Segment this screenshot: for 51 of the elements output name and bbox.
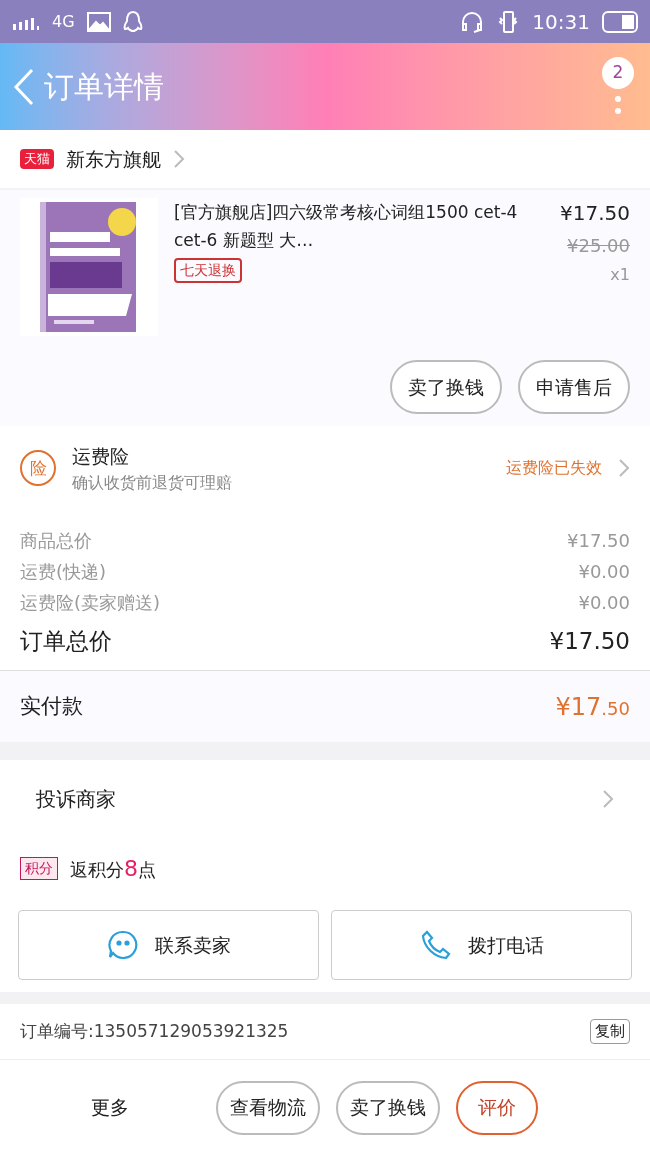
shipping-insurance-row[interactable]: 险 运费险 确认收货前退货可理赔 运费险已失效 [0, 426, 650, 511]
smiley-chat-icon [106, 929, 139, 961]
phone-icon [419, 929, 452, 961]
paid-amount: ¥17.50 [555, 691, 630, 723]
return-policy-tag: 七天退换 [174, 258, 242, 283]
bottom-button[interactable]: 查看物流 [216, 1080, 320, 1135]
chevron-right-icon [618, 458, 630, 479]
penguin-icon [122, 9, 143, 34]
insurance-status: 运费险已失效 [506, 457, 602, 480]
order-number: 订单编号:135057129053921325 [20, 1019, 289, 1043]
back-icon[interactable] [12, 66, 36, 107]
complaint-row[interactable]: 投诉商家 [0, 760, 650, 838]
cost-label: 运费(快递) [20, 559, 107, 584]
insurance-icon: 险 [20, 450, 56, 487]
contact-button[interactable]: 联系卖家 [18, 910, 319, 980]
item-action-button[interactable]: 申请售后 [518, 360, 630, 414]
copy-button[interactable]: 复制 [590, 1019, 630, 1044]
shop-name: 新东方旗舰 [66, 146, 161, 172]
paid-label: 实付款 [20, 692, 83, 720]
chevron-right-icon [173, 149, 185, 169]
chevron-right-icon [602, 789, 614, 809]
cost-label: 运费险(卖家赠送) [20, 590, 161, 615]
order-total-value: ¥17.50 [549, 626, 630, 656]
notification-badge: 2 [602, 56, 634, 89]
cost-value: ¥0.00 [578, 559, 630, 584]
cost-label: 商品总价 [20, 528, 92, 553]
battery-icon [602, 9, 638, 34]
bottom-button[interactable]: 评价 [456, 1080, 538, 1135]
bottom-button[interactable]: 卖了换钱 [336, 1080, 440, 1135]
cost-value: ¥0.00 [578, 590, 630, 615]
unit-price: ¥17.50 [560, 200, 630, 227]
headset-icon [460, 9, 485, 34]
tmall-tag: 天猫 [20, 149, 54, 169]
image-icon [86, 11, 111, 32]
original-price: ¥25.00 [567, 234, 630, 258]
points-tag: 积分 [20, 856, 58, 880]
order-total-label: 订单总价 [20, 626, 112, 656]
cost-value: ¥17.50 [567, 528, 630, 553]
quantity: x1 [610, 264, 630, 286]
complaint-label: 投诉商家 [36, 786, 116, 813]
shop-row[interactable]: 天猫 新东方旗舰 [0, 130, 650, 188]
item-action-button[interactable]: 卖了换钱 [390, 360, 502, 414]
more-button[interactable]: 更多 [20, 1093, 200, 1122]
points-text: 返积分8点 [70, 854, 156, 883]
insurance-subtitle: 确认收货前退货可理赔 [72, 471, 233, 494]
clock: 10:31 [532, 8, 590, 36]
product-title: [官方旗舰店]四六级常考核心词组1500 cet-4 cet-6 新题型 大… [174, 201, 519, 252]
network-label: 4G [52, 10, 75, 33]
page-title: 订单详情 [44, 68, 164, 106]
insurance-title: 运费险 [72, 444, 130, 469]
contact-button[interactable]: 拨打电话 [331, 910, 632, 980]
